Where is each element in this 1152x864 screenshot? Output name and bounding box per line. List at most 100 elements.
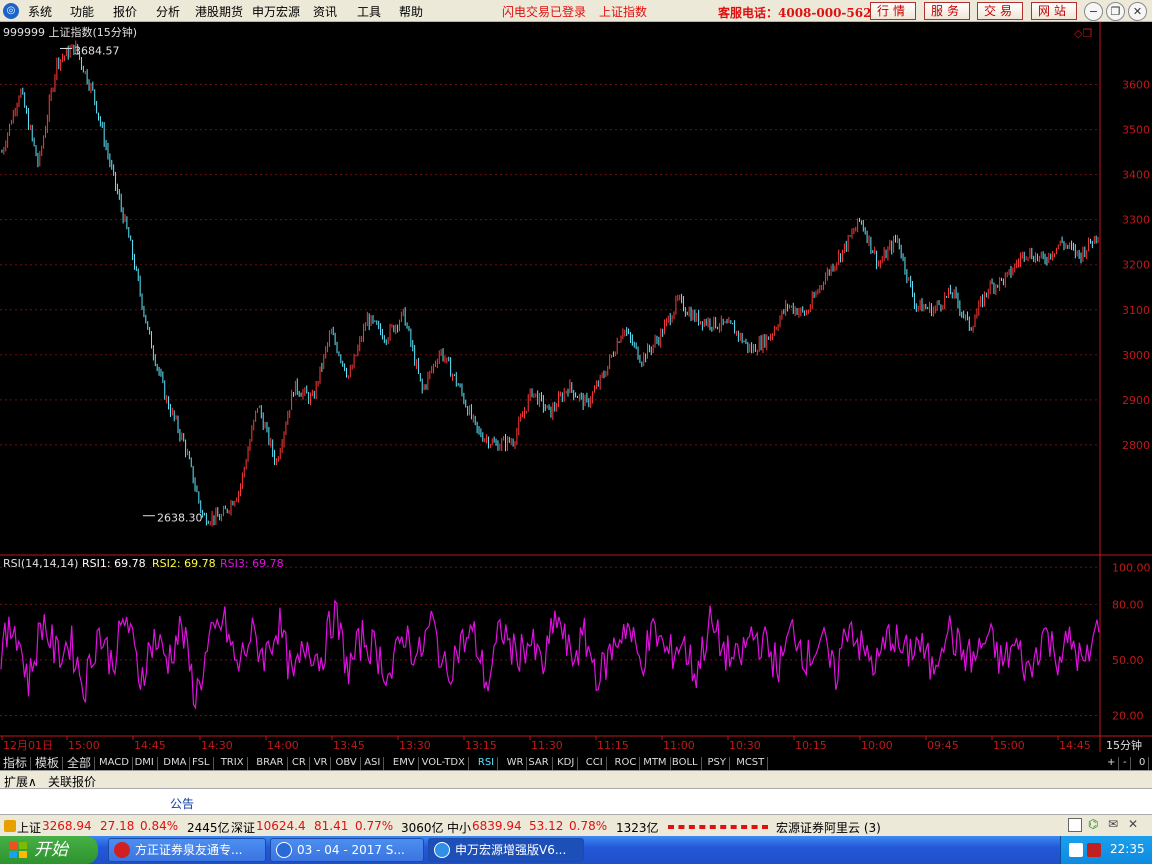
- taskbar-item-2[interactable]: 03 - 04 - 2017 S...: [270, 838, 424, 862]
- app-icon: [434, 842, 450, 858]
- tab-control-2[interactable]: 0: [1136, 757, 1150, 770]
- zx-percent: 0.78%: [569, 819, 608, 833]
- service-button[interactable]: 服务: [924, 2, 970, 20]
- indicator-tab-vol-tdx[interactable]: VOL-TDX: [419, 757, 469, 770]
- indicator-tab-mcst[interactable]: MCST: [733, 757, 769, 770]
- status-close-icon[interactable]: ✕: [1128, 817, 1138, 831]
- indicator-tab-trix[interactable]: TRIX: [218, 757, 248, 770]
- menu-help[interactable]: 帮助: [399, 3, 423, 20]
- time-label: 14:30: [201, 739, 233, 752]
- zx-value: 6839.94: [472, 819, 522, 833]
- zx-name[interactable]: 中小: [447, 819, 471, 836]
- start-button[interactable]: 开始: [0, 836, 98, 864]
- rsi-tick-label: 100.00: [1112, 561, 1151, 574]
- indicator-tab-psy[interactable]: PSY: [705, 757, 730, 770]
- time-label: 11:30: [531, 739, 563, 752]
- signal-icon[interactable]: ⌬: [1088, 817, 1098, 831]
- rsi1-value: RSI1: 69.78: [82, 557, 146, 570]
- sh-percent: 0.84%: [140, 819, 179, 833]
- time-label: 14:45: [1059, 739, 1091, 752]
- menu-hk-futures[interactable]: 港股期货: [195, 3, 243, 20]
- indicator-tab-rsi[interactable]: RSI: [475, 757, 499, 770]
- menu-quote[interactable]: 报价: [113, 3, 137, 20]
- indicator-tab-wr[interactable]: WR: [504, 757, 528, 770]
- chart-corner-icon[interactable]: ◇❐: [1074, 27, 1092, 40]
- indicator-tab-指标[interactable]: 指标: [0, 757, 32, 770]
- indicator-tab-cr[interactable]: CR: [289, 757, 310, 770]
- status-icon: [4, 820, 16, 832]
- taskbar-item-3[interactable]: 申万宏源增强版V6...: [428, 838, 584, 862]
- time-label: 14:00: [267, 739, 299, 752]
- menu-info[interactable]: 资讯: [313, 3, 337, 20]
- rsi-tick-label: 20.00: [1112, 709, 1144, 722]
- price-tick-label: 2800: [1122, 439, 1150, 452]
- indicator-tab-brar[interactable]: BRAR: [253, 757, 288, 770]
- sh-value: 3268.94: [42, 819, 92, 833]
- tray-app-icon[interactable]: [1087, 843, 1101, 857]
- close-icon[interactable]: ✕: [1128, 2, 1147, 21]
- market-button[interactable]: 行情: [870, 2, 916, 20]
- indicator-tab-mtm[interactable]: MTM: [640, 757, 671, 770]
- time-label: 15:00: [68, 739, 100, 752]
- sh-amount: 2445亿: [187, 821, 230, 835]
- rsi-tick-label: 50.00: [1112, 654, 1144, 667]
- menu-system[interactable]: 系统: [28, 3, 52, 20]
- indicator-tab-全部[interactable]: 全部: [64, 757, 96, 770]
- clock[interactable]: 22:35: [1110, 842, 1145, 856]
- indicator-tab-模板[interactable]: 模板: [32, 757, 64, 770]
- tab-control-1[interactable]: -: [1120, 757, 1131, 770]
- restore-icon[interactable]: ❐: [1106, 2, 1125, 21]
- chart-title: 999999 上证指数(15分钟): [3, 25, 137, 39]
- status-bar: 上证 3268.94 27.18 0.84% 2445亿 深证 10624.4 …: [0, 814, 1152, 836]
- sz-value: 10624.4: [256, 819, 306, 833]
- indicator-tab-fsl[interactable]: FSL: [189, 757, 214, 770]
- notice-label[interactable]: 公告: [170, 795, 194, 812]
- sh-change: 27.18: [100, 819, 135, 833]
- high-label: 3684.57: [74, 44, 120, 57]
- indicator-tab-boll[interactable]: BOLL: [669, 757, 702, 770]
- menu-swhy[interactable]: 申万宏源: [252, 3, 300, 20]
- sh-name[interactable]: 上证: [17, 819, 41, 836]
- period-label[interactable]: 15分钟: [1106, 738, 1142, 752]
- low-label: 2638.30: [157, 512, 203, 525]
- trade-button[interactable]: 交易: [977, 2, 1023, 20]
- price-tick-label: 3600: [1122, 79, 1150, 92]
- minimize-icon[interactable]: −: [1084, 2, 1103, 21]
- indicator-tab-dmi[interactable]: DMI: [132, 757, 158, 770]
- indicator-tab-roc[interactable]: ROC: [612, 757, 641, 770]
- price-tick-label: 3000: [1122, 349, 1150, 362]
- price-tick-label: 3500: [1122, 124, 1150, 137]
- indicator-tab-cci[interactable]: CCI: [583, 757, 607, 770]
- indicator-tab-sar[interactable]: SAR: [525, 757, 553, 770]
- broker-server[interactable]: 宏源证券阿里云 (3): [776, 819, 881, 836]
- tab-control-0[interactable]: +: [1104, 757, 1120, 770]
- indicator-tab-dma[interactable]: DMA: [160, 757, 191, 770]
- menu-analysis[interactable]: 分析: [156, 3, 180, 20]
- lock-icon[interactable]: [1068, 818, 1082, 832]
- menu-function[interactable]: 功能: [70, 3, 94, 20]
- mail-icon[interactable]: ✉: [1108, 817, 1118, 831]
- sub-tab-strip: 扩展∧ 关联报价: [0, 770, 1152, 789]
- sz-name[interactable]: 深证: [231, 819, 255, 836]
- app-logo-icon[interactable]: ◎: [3, 3, 19, 19]
- indicator-tab-vr[interactable]: VR: [311, 757, 332, 770]
- system-tray: 22:35: [1060, 836, 1152, 864]
- menu-tools[interactable]: 工具: [357, 3, 381, 20]
- indicator-tab-asi[interactable]: ASI: [361, 757, 385, 770]
- time-label: 13:30: [399, 739, 431, 752]
- signal-bars: [668, 825, 768, 829]
- zx-amount: 1323亿: [616, 821, 659, 835]
- tray-flag-icon[interactable]: [1069, 843, 1083, 857]
- app-window: ◎ 系统 功能 报价 分析 港股期货 申万宏源 资讯 工具 帮助 闪电交易已登录…: [0, 0, 1152, 864]
- kline-chart[interactable]: 3600 3500 3400 3300 3200 3100 3000 2900 2800 100…: [0, 22, 1152, 756]
- rsi-name: RSI(14,14,14): [3, 557, 78, 570]
- indicator-tab-obv[interactable]: OBV: [333, 757, 361, 770]
- website-button[interactable]: 网站: [1031, 2, 1077, 20]
- indicator-tab-emv[interactable]: EMV: [390, 757, 419, 770]
- hotline: 客服电话：4008-000-562: [718, 6, 872, 20]
- start-label: 开始: [34, 840, 68, 860]
- taskbar-item-1[interactable]: 方正证券泉友通专...: [108, 838, 266, 862]
- indicator-tab-kdj[interactable]: KDJ: [554, 757, 579, 770]
- time-label: 14:45: [134, 739, 166, 752]
- indicator-tab-macd[interactable]: MACD: [96, 757, 133, 770]
